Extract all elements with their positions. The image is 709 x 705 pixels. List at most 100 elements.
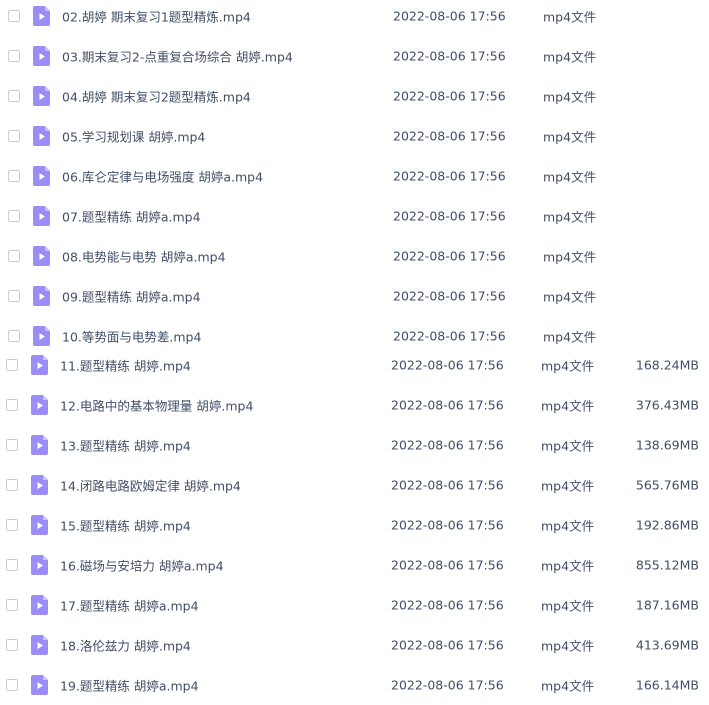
file-size: 376.43MB [635,397,699,413]
video-file-icon [31,435,48,455]
video-file-icon [33,166,50,186]
file-modified-time: 2022-08-06 17:56 [393,328,506,344]
file-modified-time: 2022-08-06 17:56 [391,477,504,493]
file-modified-time: 2022-08-06 17:56 [393,8,506,24]
file-type: mp4文件 [543,129,597,145]
file-row[interactable]: 14.闭路电路欧姆定律 胡婷.mp4 2022-08-06 17:56 mp4文… [0,465,709,505]
video-file-icon [33,206,50,226]
file-name[interactable]: 04.胡婷 期末复习2题型精炼.mp4 [62,87,251,106]
checkbox-icon[interactable] [6,599,18,611]
file-modified-time: 2022-08-06 17:56 [391,557,504,573]
video-file-icon [31,635,48,655]
file-list: 02.胡婷 期末复习1题型精炼.mp4 2022-08-06 17:56 mp4… [0,0,709,704]
checkbox-icon[interactable] [6,359,18,371]
checkbox-icon[interactable] [8,330,20,342]
file-size: 565.76MB [635,477,699,493]
checkbox-icon[interactable] [6,479,18,491]
file-type: mp4文件 [541,358,595,374]
file-row[interactable]: 19.题型精练 胡婷a.mp4 2022-08-06 17:56 mp4文件 1… [0,665,709,705]
file-name[interactable]: 13.题型精练 胡婷.mp4 [60,436,191,455]
file-modified-time: 2022-08-06 17:56 [393,168,506,184]
file-type: mp4文件 [543,209,597,225]
checkbox-icon[interactable] [8,50,20,62]
file-modified-time: 2022-08-06 17:56 [391,677,504,693]
file-row[interactable]: 02.胡婷 期末复习1题型精炼.mp4 2022-08-06 17:56 mp4… [0,0,709,36]
file-row[interactable]: 18.洛伦兹力 胡婷.mp4 2022-08-06 17:56 mp4文件 41… [0,625,709,665]
video-file-icon [31,595,48,615]
checkbox-icon[interactable] [8,250,20,262]
video-file-icon [31,475,48,495]
file-type: mp4文件 [543,9,597,25]
file-row[interactable]: 03.期末复习2-点重复合场综合 胡婷.mp4 2022-08-06 17:56… [0,36,709,76]
file-name[interactable]: 06.库仑定律与电场强度 胡婷a.mp4 [62,167,263,186]
file-row[interactable]: 09.题型精练 胡婷a.mp4 2022-08-06 17:56 mp4文件 [0,276,709,316]
file-modified-time: 2022-08-06 17:56 [393,248,506,264]
file-modified-time: 2022-08-06 17:56 [393,208,506,224]
file-row[interactable]: 12.电路中的基本物理量 胡婷.mp4 2022-08-06 17:56 mp4… [0,385,709,425]
checkbox-icon[interactable] [6,519,18,531]
file-type: mp4文件 [541,478,595,494]
video-file-icon [31,675,48,695]
file-name[interactable]: 11.题型精练 胡婷.mp4 [60,356,191,375]
file-modified-time: 2022-08-06 17:56 [391,397,504,413]
file-size: 166.14MB [635,677,699,693]
video-file-icon [33,286,50,306]
file-row[interactable]: 17.题型精练 胡婷a.mp4 2022-08-06 17:56 mp4文件 1… [0,585,709,625]
file-name[interactable]: 08.电势能与电势 胡婷a.mp4 [62,247,226,266]
video-file-icon [33,46,50,66]
file-name[interactable]: 18.洛伦兹力 胡婷.mp4 [60,636,191,655]
video-file-icon [33,326,50,346]
video-file-icon [31,555,48,575]
checkbox-icon[interactable] [6,399,18,411]
file-type: mp4文件 [543,169,597,185]
checkbox-icon[interactable] [8,130,20,142]
video-file-icon [33,6,50,26]
file-name[interactable]: 14.闭路电路欧姆定律 胡婷.mp4 [60,476,241,495]
file-row[interactable]: 15.题型精练 胡婷.mp4 2022-08-06 17:56 mp4文件 19… [0,505,709,545]
checkbox-icon[interactable] [8,90,20,102]
file-name[interactable]: 16.磁场与安培力 胡婷a.mp4 [60,556,224,575]
file-row[interactable]: 04.胡婷 期末复习2题型精炼.mp4 2022-08-06 17:56 mp4… [0,76,709,116]
checkbox-icon[interactable] [8,170,20,182]
file-type: mp4文件 [541,558,595,574]
file-modified-time: 2022-08-06 17:56 [391,517,504,533]
file-size: 855.12MB [635,557,699,573]
file-row[interactable]: 08.电势能与电势 胡婷a.mp4 2022-08-06 17:56 mp4文件 [0,236,709,276]
file-type: mp4文件 [541,678,595,694]
file-size: 192.86MB [635,517,699,533]
checkbox-icon[interactable] [6,679,18,691]
file-name[interactable]: 12.电路中的基本物理量 胡婷.mp4 [60,396,253,415]
checkbox-icon[interactable] [8,10,20,22]
checkbox-icon[interactable] [8,210,20,222]
file-size: 168.24MB [635,357,699,373]
video-file-icon [33,86,50,106]
file-type: mp4文件 [543,289,597,305]
checkbox-icon[interactable] [6,559,18,571]
file-row[interactable]: 13.题型精练 胡婷.mp4 2022-08-06 17:56 mp4文件 13… [0,425,709,465]
file-row[interactable]: 05.学习规划课 胡婷.mp4 2022-08-06 17:56 mp4文件 [0,116,709,156]
file-modified-time: 2022-08-06 17:56 [393,288,506,304]
checkbox-icon[interactable] [8,290,20,302]
file-name[interactable]: 02.胡婷 期末复习1题型精炼.mp4 [62,7,251,26]
file-modified-time: 2022-08-06 17:56 [393,48,506,64]
file-name[interactable]: 10.等势面与电势差.mp4 [62,327,201,346]
file-type: mp4文件 [541,438,595,454]
file-name[interactable]: 07.题型精练 胡婷a.mp4 [62,207,201,226]
file-modified-time: 2022-08-06 17:56 [391,357,504,373]
checkbox-icon[interactable] [6,439,18,451]
file-name[interactable]: 09.题型精练 胡婷a.mp4 [62,287,201,306]
file-name[interactable]: 05.学习规划课 胡婷.mp4 [62,127,205,146]
file-modified-time: 2022-08-06 17:56 [393,88,506,104]
file-name[interactable]: 19.题型精练 胡婷a.mp4 [60,676,199,695]
file-type: mp4文件 [543,329,597,345]
file-type: mp4文件 [543,49,597,65]
checkbox-icon[interactable] [6,639,18,651]
file-row[interactable]: 07.题型精练 胡婷a.mp4 2022-08-06 17:56 mp4文件 [0,196,709,236]
file-name[interactable]: 17.题型精练 胡婷a.mp4 [60,596,199,615]
file-row[interactable]: 16.磁场与安培力 胡婷a.mp4 2022-08-06 17:56 mp4文件… [0,545,709,585]
file-name[interactable]: 03.期末复习2-点重复合场综合 胡婷.mp4 [62,47,293,66]
file-row[interactable]: 11.题型精练 胡婷.mp4 2022-08-06 17:56 mp4文件 16… [0,345,709,385]
file-row[interactable]: 06.库仑定律与电场强度 胡婷a.mp4 2022-08-06 17:56 mp… [0,156,709,196]
file-name[interactable]: 15.题型精练 胡婷.mp4 [60,516,191,535]
video-file-icon [31,355,48,375]
